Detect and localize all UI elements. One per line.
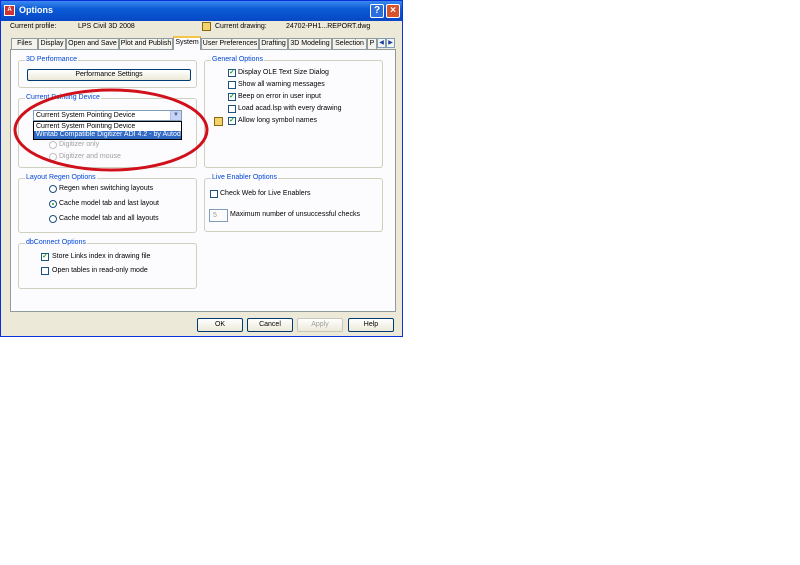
tab-open-and-save[interactable]: Open and Save: [66, 38, 119, 49]
tab-scroll-right-icon[interactable]: ▶: [386, 38, 395, 48]
tab-system[interactable]: System: [173, 36, 201, 50]
dropdown-option[interactable]: Current System Pointing Device: [34, 123, 181, 131]
cancel-button[interactable]: Cancel: [247, 318, 293, 332]
help-title-button[interactable]: ?: [370, 4, 384, 18]
current-profile-label: Current profile:: [10, 23, 57, 30]
current-profile-value: LPS Civil 3D 2008: [78, 23, 135, 30]
apply-button[interactable]: Apply: [297, 318, 343, 332]
close-button[interactable]: ×: [386, 4, 400, 18]
pointing-device-dropdown: Current System Pointing Device Wintab Co…: [33, 121, 182, 140]
current-drawing-label: Current drawing:: [215, 23, 267, 30]
current-drawing-value: 24702-PH1...REPORT.dwg: [286, 23, 371, 30]
cache-all-layouts-label: Cache model tab and all layouts: [59, 215, 159, 222]
long-symbol-names-label: Allow long symbol names: [238, 117, 317, 124]
tab-plot-and-publish[interactable]: Plot and Publish: [119, 38, 173, 49]
load-acad-lsp-label: Load acad.lsp with every drawing: [238, 105, 342, 112]
autocad-app-icon: A: [4, 5, 15, 16]
ok-button[interactable]: OK: [197, 318, 243, 332]
check-web-label: Check Web for Live Enablers: [220, 190, 311, 197]
warning-messages-label: Show all warning messages: [238, 81, 325, 88]
long-symbol-names-checkbox[interactable]: ✓: [228, 117, 236, 125]
read-only-checkbox[interactable]: [41, 267, 49, 275]
layout-regen-caption: Layout Regen Options: [25, 174, 97, 181]
warning-messages-checkbox[interactable]: [228, 81, 236, 89]
tab-user-preferences[interactable]: User Preferences: [201, 38, 259, 49]
cache-last-layout-radio[interactable]: [49, 200, 57, 208]
tab-drafting[interactable]: Drafting: [259, 38, 288, 49]
pointing-device-select[interactable]: Current System Pointing Device ▼: [33, 110, 182, 121]
tab-profiles-truncated[interactable]: P: [367, 38, 377, 49]
beep-error-checkbox[interactable]: ✓: [228, 93, 236, 101]
window-title: Options: [19, 5, 53, 15]
store-links-checkbox[interactable]: ✓: [41, 253, 49, 261]
3d-performance-caption: 3D Performance: [25, 56, 78, 63]
drawing-file-icon: [202, 22, 211, 31]
store-links-label: Store Links index in drawing file: [52, 253, 151, 260]
beep-error-label: Beep on error in user input: [238, 93, 321, 100]
dropdown-option-selected[interactable]: Wintab Compatible Digitizer ADI 4.2 - by…: [34, 131, 181, 139]
max-checks-input[interactable]: 5: [209, 209, 228, 222]
tab-display[interactable]: Display: [38, 38, 66, 49]
options-dialog: A Options ? × Current profile: LPS Civil…: [0, 0, 403, 337]
tab-3d-modeling[interactable]: 3D Modeling: [288, 38, 332, 49]
cache-last-layout-label: Cache model tab and last layout: [59, 200, 160, 207]
chevron-down-icon[interactable]: ▼: [170, 111, 181, 120]
live-enabler-group: Live Enabler Options: [204, 174, 383, 232]
dbconnect-caption: dbConnect Options: [25, 239, 87, 246]
live-enabler-caption: Live Enabler Options: [211, 174, 278, 181]
general-options-caption: General Options: [211, 56, 264, 63]
dbconnect-group: dbConnect Options: [18, 239, 197, 289]
tab-files[interactable]: Files: [11, 38, 38, 49]
check-web-checkbox[interactable]: [210, 190, 218, 198]
tab-selection[interactable]: Selection: [332, 38, 367, 49]
cache-all-layouts-radio[interactable]: [49, 215, 57, 223]
max-checks-label: Maximum number of unsuccessful checks: [230, 211, 360, 218]
performance-settings-button[interactable]: Performance Settings: [27, 69, 191, 81]
tab-scroll-left-icon[interactable]: ◀: [377, 38, 386, 48]
digitizer-only-radio[interactable]: [49, 141, 57, 149]
regen-switching-radio[interactable]: [49, 185, 57, 193]
load-acad-lsp-checkbox[interactable]: [228, 105, 236, 113]
pointing-device-selected-value: Current System Pointing Device: [36, 112, 136, 119]
pointing-device-caption: Current Pointing Device: [25, 94, 101, 101]
digitizer-and-mouse-radio[interactable]: [49, 153, 57, 161]
read-only-label: Open tables in read-only mode: [52, 267, 148, 274]
digitizer-and-mouse-label: Digitizer and mouse: [59, 153, 121, 160]
title-bar[interactable]: A Options ? ×: [1, 1, 402, 21]
regen-switching-label: Regen when switching layouts: [59, 185, 154, 192]
ole-dialog-checkbox[interactable]: ✓: [228, 69, 236, 77]
ole-dialog-label: Display OLE Text Size Dialog: [238, 69, 329, 76]
drawing-icon: [214, 117, 223, 126]
digitizer-only-label: Digitizer only: [59, 141, 100, 148]
help-button[interactable]: Help: [348, 318, 394, 332]
